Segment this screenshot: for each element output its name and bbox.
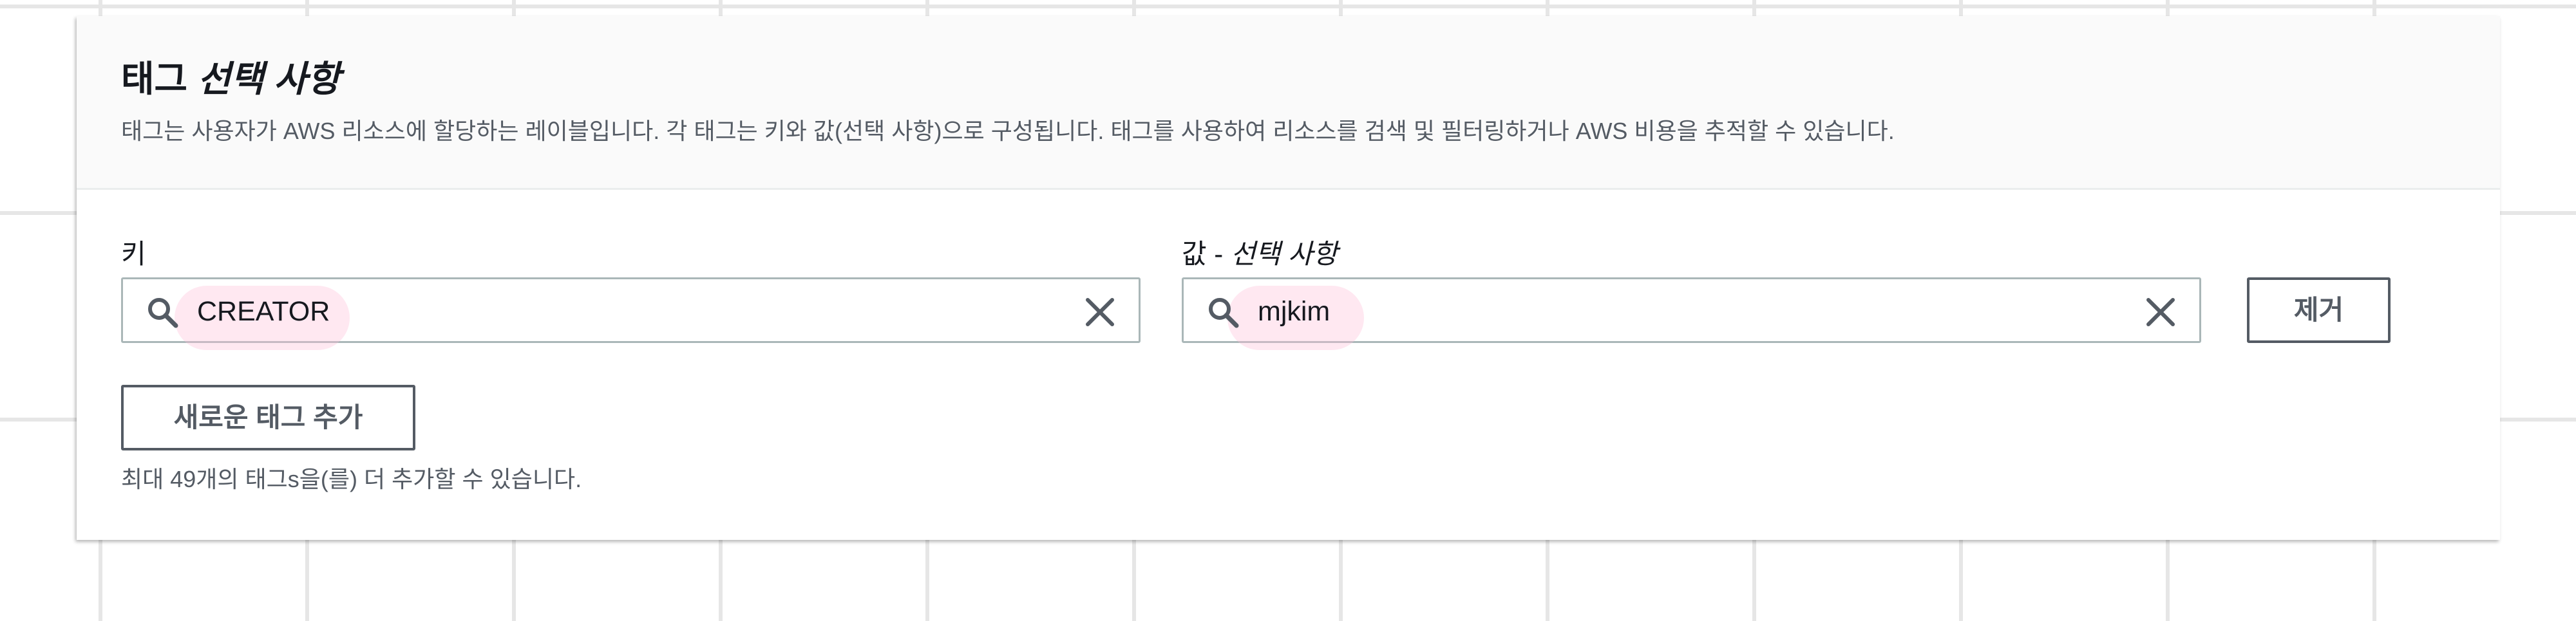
- remove-tag-button[interactable]: 제거: [2247, 277, 2391, 343]
- search-icon: [1209, 298, 1239, 328]
- panel-title-main: 태그: [121, 59, 198, 99]
- panel-header: 태그 선택 사항 태그는 사용자가 AWS 리소스에 할당하는 레이블입니다. …: [77, 16, 2500, 190]
- tag-limit-note: 최대 49개의 태그s을(를) 더 추가할 수 있습니다.: [121, 466, 582, 492]
- panel-description: 태그는 사용자가 AWS 리소스에 할당하는 레이블입니다. 각 태그는 키와 …: [121, 118, 1895, 144]
- key-input-value: CREATOR: [197, 296, 330, 327]
- add-new-tag-button[interactable]: 새로운 태그 추가: [121, 385, 415, 450]
- value-label-main: 값 -: [1182, 239, 1231, 269]
- panel-title: 태그 선택 사항: [121, 57, 340, 102]
- search-icon: [148, 298, 178, 328]
- key-input[interactable]: CREATOR: [121, 277, 1141, 350]
- tags-panel: 태그 선택 사항 태그는 사용자가 AWS 리소스에 할당하는 레이블입니다. …: [77, 16, 2500, 540]
- panel-title-optional: 선택 사항: [197, 59, 341, 99]
- close-icon[interactable]: [1084, 296, 1116, 328]
- value-input[interactable]: mjkim: [1182, 277, 2201, 350]
- key-label: 키: [121, 239, 146, 269]
- close-icon[interactable]: [2145, 296, 2177, 328]
- value-label-optional: 선택 사항: [1230, 239, 1338, 269]
- value-input-value: mjkim: [1258, 296, 1331, 327]
- value-label: 값 - 선택 사항: [1182, 235, 1338, 273]
